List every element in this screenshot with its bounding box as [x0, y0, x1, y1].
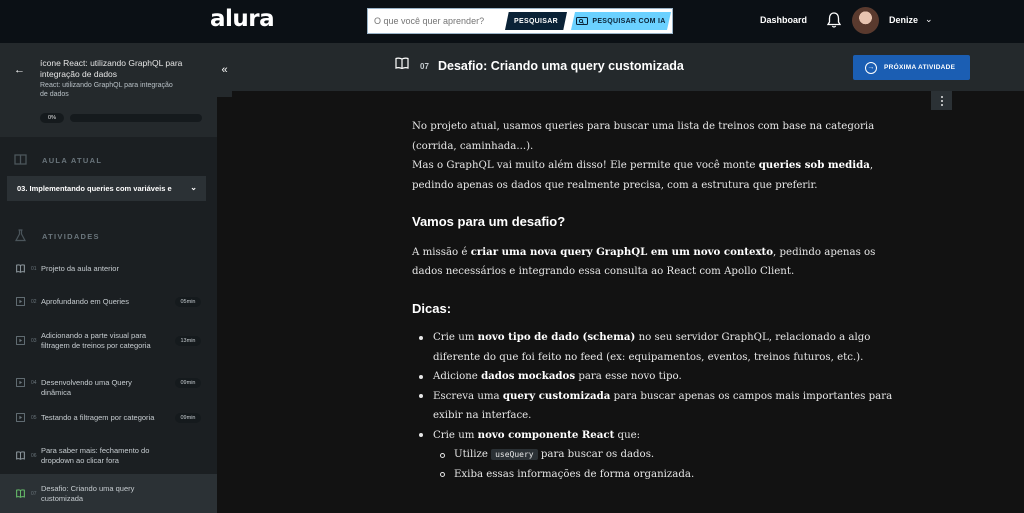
activity-title: Para saber mais: fechamento do dropdown …: [41, 446, 150, 465]
flask-icon: [14, 229, 27, 242]
alura-logo[interactable]: alura: [210, 6, 275, 32]
activity-title: Adicionando a parte visual para filtrage…: [41, 331, 151, 350]
book-icon: [395, 57, 409, 69]
activity-title: Projeto da aula anterior: [41, 264, 119, 273]
arrow-right-icon: →: [865, 61, 877, 74]
dashboard-link[interactable]: Dashboard: [760, 15, 807, 25]
ai-search-icon: [576, 17, 589, 25]
sidebar-item-activity[interactable]: 07 Desafio: Criando uma query customizada: [0, 474, 217, 513]
list-item: Crie um novo tipo de dado (schema) no se…: [412, 328, 902, 367]
activity-content: No projeto atual, usamos queries para bu…: [412, 117, 902, 484]
paragraph: No projeto atual, usamos queries para bu…: [412, 121, 875, 152]
activity-header: 07 Desafio: Criando uma query customizad…: [232, 43, 1024, 91]
list-item: Utilize useQuery para buscar os dados.: [433, 445, 902, 465]
heading-dicas: Dicas:: [412, 300, 452, 316]
lesson-select-value: 03. Implementando queries com variáveis …: [17, 184, 172, 193]
next-activity-button[interactable]: → PRÓXIMA ATIVIDADE: [853, 55, 970, 80]
sidebar-item-activity[interactable]: 05 Testando a filtragem por categoria 09mi…: [0, 409, 217, 427]
sidebar-item-activity[interactable]: 01 Projeto da aula anterior: [0, 260, 217, 278]
back-arrow-icon[interactable]: ←: [14, 64, 25, 76]
list-item: Crie um novo componente React que: Utili…: [412, 426, 902, 485]
username[interactable]: Denize: [889, 15, 918, 25]
heading-desafio: Vamos para um desafio?: [412, 214, 566, 229]
progress-bar: [70, 114, 202, 122]
bell-icon[interactable]: [826, 11, 842, 29]
activity-title: Desenvolvendo uma Query dinâmica: [41, 378, 132, 397]
activity-number: 03: [31, 338, 37, 344]
next-activity-label: PRÓXIMA ATIVIDADE: [884, 64, 956, 71]
list-item: Adicione dados mockados para esse novo t…: [412, 367, 902, 387]
sidebar-item-activity[interactable]: 02 Aprofundando em Queries 05min: [0, 293, 217, 311]
activities-label: ATIVIDADES: [42, 232, 100, 241]
avatar[interactable]: [852, 7, 879, 34]
book-icon: [16, 451, 25, 460]
course-header: ← ícone React: utilizando GraphQL para i…: [0, 43, 217, 137]
collapse-sidebar-icon[interactable]: «: [217, 43, 232, 97]
tips-list: Crie um novo tipo de dado (schema) no se…: [412, 328, 902, 484]
search-box: PESQUISAR PESQUISAR COM IA: [367, 8, 673, 34]
duration-badge: 09min: [175, 378, 201, 388]
search-ia-label: PESQUISAR COM IA: [592, 17, 666, 25]
course-subtitle: React: utilizando GraphQL para integraçã…: [40, 82, 173, 98]
chevron-down-icon: ⌄: [190, 183, 197, 192]
activity-title: Aprofundando em Queries: [41, 297, 129, 306]
more-options-icon[interactable]: [931, 91, 952, 110]
sidebar-item-activity[interactable]: 04 Desenvolvendo uma Query dinâmica 09min: [0, 368, 217, 398]
search-input[interactable]: [368, 9, 502, 33]
book-icon: [16, 264, 25, 273]
duration-badge: 05min: [175, 297, 201, 307]
activity-number: 05: [31, 415, 37, 421]
sub-list: Utilize useQuery para buscar os dados. E…: [433, 445, 902, 484]
search-ia-button[interactable]: PESQUISAR COM IA: [571, 12, 671, 30]
list-item: Exiba essas informações de forma organiz…: [433, 465, 902, 485]
activity-number: 07: [31, 491, 37, 497]
sidebar-item-activity[interactable]: 06 Para saber mais: fechamento do dropdow…: [0, 441, 217, 471]
activity-number: 02: [31, 299, 37, 305]
search-button[interactable]: PESQUISAR: [505, 12, 567, 30]
activity-title: Desafio: Criando uma query customizada: [41, 484, 135, 503]
video-icon: [16, 413, 25, 422]
top-bar: alura PESQUISAR PESQUISAR COM IA Dashboa…: [0, 0, 1024, 43]
video-icon: [16, 378, 25, 387]
book-icon: [14, 154, 27, 165]
activity-number: 06: [31, 453, 37, 459]
duration-badge: 09min: [175, 413, 201, 423]
page-title: Desafio: Criando uma query customizada: [438, 59, 684, 73]
video-icon: [16, 297, 25, 306]
sidebar-item-activity[interactable]: 03 Adicionando a parte visual para filtra…: [0, 326, 217, 356]
book-icon: [16, 489, 25, 498]
progress-label: 0%: [40, 113, 64, 123]
lesson-select[interactable]: 03. Implementando queries com variáveis …: [7, 176, 206, 201]
activity-number: 07: [420, 62, 429, 71]
current-lesson-label: AULA ATUAL: [42, 156, 103, 165]
list-item: Escreva uma query customizada para busca…: [412, 387, 902, 426]
chevron-down-icon[interactable]: ⌄: [925, 14, 933, 25]
course-title[interactable]: ícone React: utilizando GraphQL para int…: [40, 58, 200, 80]
duration-badge: 13min: [175, 336, 201, 346]
activity-number: 01: [31, 266, 37, 272]
paragraph: Mas o GraphQL vai muito além disso! Ele …: [412, 159, 874, 191]
video-icon: [16, 336, 25, 345]
activity-title: Testando a filtragem por categoria: [41, 413, 155, 422]
sidebar: ← ícone React: utilizando GraphQL para i…: [0, 43, 217, 513]
paragraph: A missão é criar uma nova query GraphQL …: [412, 245, 876, 278]
activity-number: 04: [31, 380, 37, 386]
